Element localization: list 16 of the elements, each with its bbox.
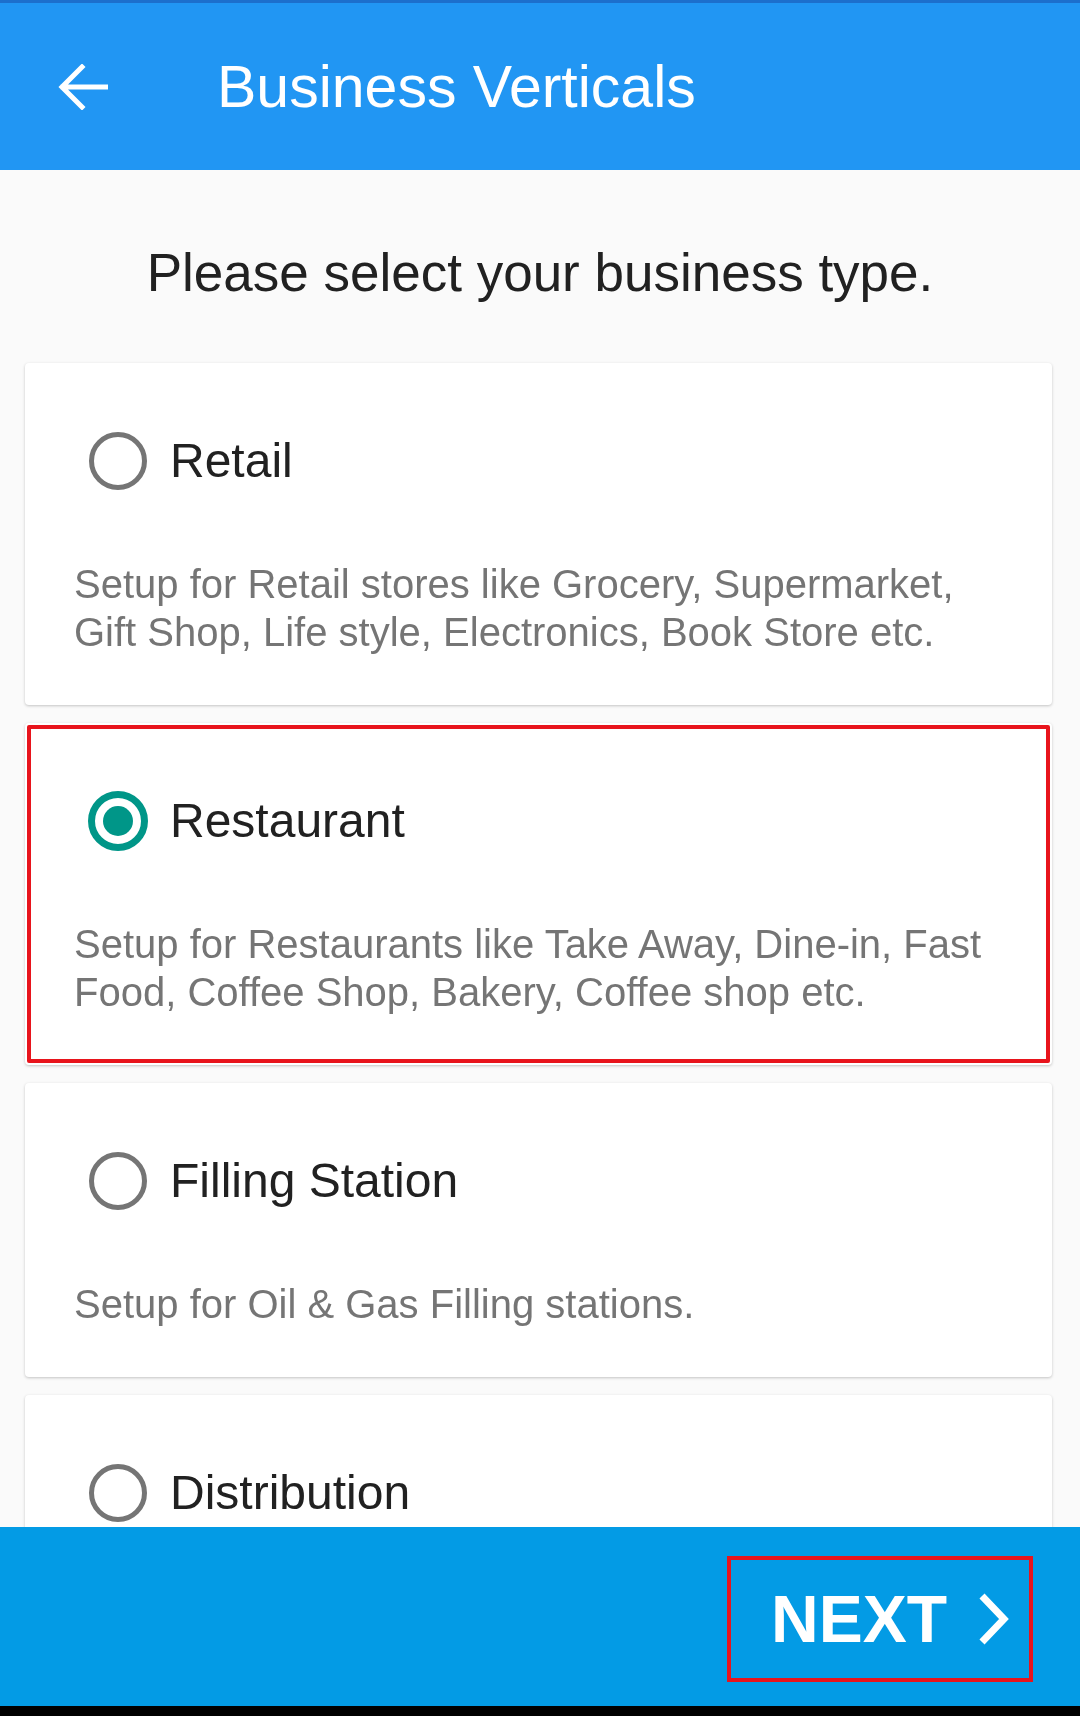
option-label: Retail <box>170 437 293 485</box>
option-label: Filling Station <box>170 1157 459 1205</box>
chevron-right-icon <box>977 1591 1009 1646</box>
radio-button[interactable] <box>88 791 148 851</box>
prompt-heading: Please select your business type. <box>146 242 934 304</box>
option-description: Setup for Retail stores like Grocery, Supermarket, Gift Shop, Life style, Electronics, Book Store etc. <box>74 561 955 656</box>
radio-button[interactable] <box>88 1463 148 1523</box>
option-label: Distribution <box>170 1469 411 1517</box>
next-button[interactable]: NEXT <box>727 1555 1033 1682</box>
option-label: Restaurant <box>170 797 405 845</box>
radio-button[interactable] <box>88 431 148 491</box>
option-description: Setup for Oil & Gas Filling stations. <box>74 1281 696 1328</box>
screen-title: Business Verticals <box>217 52 696 121</box>
radio-button[interactable] <box>88 1151 148 1211</box>
option-description: Setup for Restaurants like Take Away, Dine-in, Fast Food, Coffee Shop, Bakery, Coffee shop etc. <box>74 921 983 1016</box>
back-arrow-icon[interactable] <box>58 63 108 110</box>
